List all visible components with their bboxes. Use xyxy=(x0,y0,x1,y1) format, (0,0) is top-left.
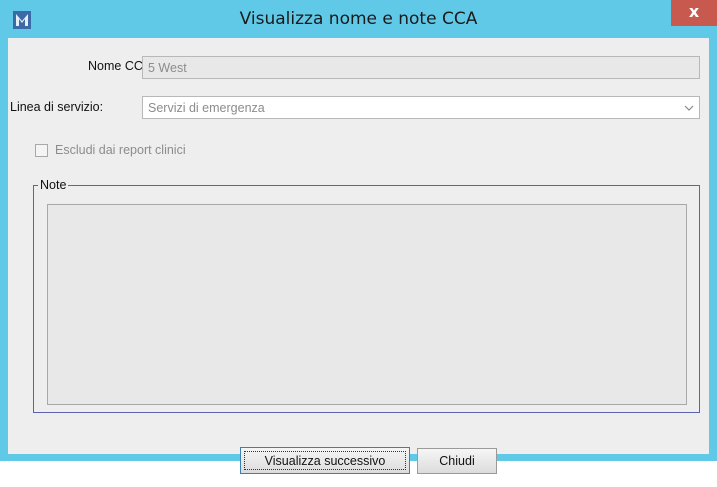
notes-group-title: Note xyxy=(38,178,69,192)
dialog-window: Visualizza nome e note CCA x Nome CCA: 5… xyxy=(0,0,717,474)
escludi-label: Escludi dai report clinici xyxy=(55,143,186,157)
linea-servizio-value: Servizi di emergenza xyxy=(148,101,265,115)
close-button[interactable]: Chiudi xyxy=(417,448,497,474)
escludi-checkbox[interactable] xyxy=(35,144,48,157)
view-next-button[interactable]: Visualizza successivo xyxy=(240,447,410,474)
close-window-button[interactable]: x xyxy=(671,0,717,26)
title-bar[interactable]: Visualizza nome e note CCA x xyxy=(0,0,717,38)
linea-servizio-label: Linea di servizio: xyxy=(10,100,104,114)
linea-servizio-select[interactable]: Servizi di emergenza xyxy=(142,96,700,119)
view-next-label: Visualizza successivo xyxy=(244,451,406,470)
chevron-down-icon xyxy=(684,105,694,111)
window-title: Visualizza nome e note CCA xyxy=(239,9,478,29)
notes-textarea[interactable] xyxy=(47,204,687,405)
dialog-content: Nome CCA: 5 West Linea di servizio: Serv… xyxy=(8,38,709,474)
nome-cca-field[interactable]: 5 West xyxy=(142,56,700,79)
